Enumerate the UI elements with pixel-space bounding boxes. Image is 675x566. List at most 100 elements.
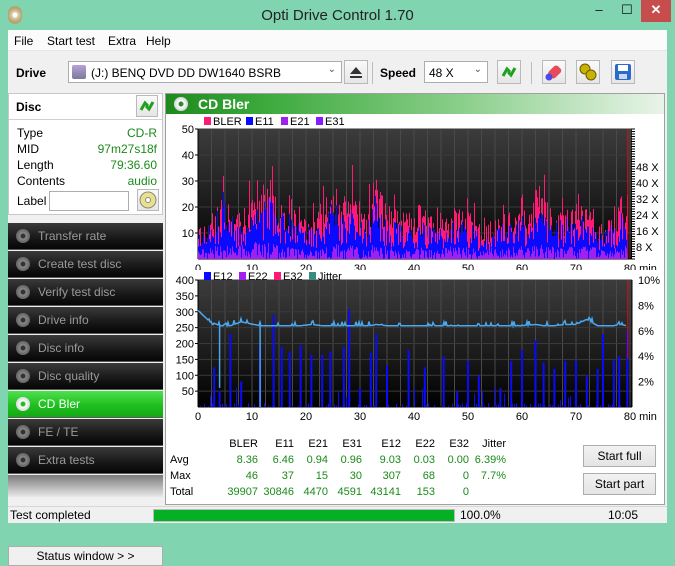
nav-item-fe-te[interactable]: FE / TE xyxy=(8,419,163,446)
start-full-button[interactable]: Start full xyxy=(583,445,656,467)
disc-label-input[interactable] xyxy=(49,191,129,211)
sidebar: Disc Type CD-R MID 97m27s18f Length 79:36.6… xyxy=(8,93,163,566)
refresh-speed-button[interactable] xyxy=(497,60,521,84)
stats-header-e32: E32 xyxy=(449,438,469,450)
elapsed-time: 10:05 xyxy=(608,508,639,522)
speed-tick-label: 8 X xyxy=(636,242,653,254)
stats-header-e22: E22 xyxy=(415,438,435,450)
window-title: Opti Drive Control 1.70 xyxy=(261,7,414,24)
disc-length-value: 79:36.60 xyxy=(110,158,157,172)
y-tick-label: 40 xyxy=(182,150,194,162)
drive-select[interactable]: (J:) BENQ DVD DD DW1640 BSRB ⌄ xyxy=(68,61,342,83)
e12-bar xyxy=(423,367,426,407)
menu-file[interactable]: File xyxy=(14,34,33,48)
stats-header-e31: E31 xyxy=(342,438,362,450)
disc-icon xyxy=(16,341,30,355)
close-button[interactable]: ✕ xyxy=(641,0,671,22)
x-axis-label: min xyxy=(639,263,657,270)
cd-bler-icon xyxy=(174,97,188,111)
nav-item-disc-quality[interactable]: Disc quality xyxy=(8,363,163,390)
y-tick-label: 400 xyxy=(176,275,194,287)
nav-item-label: Create test disc xyxy=(38,257,122,271)
nav-spacer xyxy=(8,475,163,497)
stats-header-e11: E11 xyxy=(275,438,294,450)
e12-bar xyxy=(477,375,480,407)
stats-value-avg-e11: 6.46 xyxy=(272,454,294,466)
write-label-button[interactable] xyxy=(137,189,159,211)
stats-value-total-e22: 153 xyxy=(416,486,435,498)
toolbar-separator xyxy=(531,62,532,84)
e12-bar xyxy=(564,360,567,407)
stats-value-max-e32: 0 xyxy=(462,470,469,482)
chevron-down-icon: ⌄ xyxy=(327,64,336,75)
nav-item-create-test-disc[interactable]: Create test disc xyxy=(8,251,163,278)
refresh-disc-button[interactable] xyxy=(136,95,158,117)
menu-start-test[interactable]: Start test xyxy=(47,34,95,48)
legend-swatch-e31 xyxy=(316,117,323,125)
nav-item-label: Disc info xyxy=(38,341,85,355)
nav-item-cd-bler[interactable]: CD Bler xyxy=(8,391,163,418)
stats-value-avg-jitter: 6.39% xyxy=(474,454,506,466)
stats-row-label-total: Total xyxy=(170,486,194,498)
stats-value-avg-e12: 9.03 xyxy=(379,454,401,466)
nav-item-drive-info[interactable]: Drive info xyxy=(8,307,163,334)
status-window-button[interactable]: Status window > > xyxy=(8,546,163,566)
stats-value-max-jitter: 7.7% xyxy=(480,470,506,482)
minimize-button[interactable]: ‒ xyxy=(585,0,613,22)
y-tick-label: 300 xyxy=(176,307,194,319)
eject-icon xyxy=(350,67,362,78)
stats-value-avg-e22: 0.03 xyxy=(413,454,435,466)
floppy-save-icon xyxy=(615,64,631,80)
x-tick-label: 0 xyxy=(195,263,201,270)
disc-type-key: Type xyxy=(17,126,44,140)
e12-bar xyxy=(369,353,372,407)
legend-swatch-e22 xyxy=(239,272,246,280)
nav-item-extra-tests[interactable]: Extra tests xyxy=(8,447,163,474)
x-tick-label: 80 xyxy=(624,411,636,423)
progress-percent: 100.0% xyxy=(460,508,501,522)
settings-button[interactable] xyxy=(576,60,600,84)
disc-panel-title: Disc xyxy=(16,100,42,114)
save-button[interactable] xyxy=(611,60,635,84)
disc-icon xyxy=(16,369,30,383)
progress-bar xyxy=(153,509,455,522)
nav-item-label: CD Bler xyxy=(38,397,81,411)
erase-button[interactable] xyxy=(542,60,566,84)
legend-label-e12: E12 xyxy=(213,271,233,283)
e12-bar xyxy=(585,375,588,407)
e12-bar xyxy=(612,359,615,407)
stats-value-max-e22: 68 xyxy=(422,470,435,482)
nav-item-verify-test-disc[interactable]: Verify test disc xyxy=(8,279,163,306)
disc-mid-key: MID xyxy=(17,142,39,156)
menu-help[interactable]: Help xyxy=(146,34,171,48)
disc-icon xyxy=(16,453,30,467)
legend-swatch-e11 xyxy=(246,117,253,125)
legend-label-e32: E32 xyxy=(283,271,303,283)
stats-value-avg-e32: 0.00 xyxy=(447,454,469,466)
e12-bar xyxy=(510,360,513,407)
x-tick-label: 0 xyxy=(195,411,201,423)
x-tick-label: 60 xyxy=(516,263,528,270)
start-part-button[interactable]: Start part xyxy=(583,473,656,495)
e12-bar xyxy=(299,345,302,407)
x-tick-label: 30 xyxy=(354,411,366,423)
menu-extra[interactable]: Extra xyxy=(108,34,136,48)
speed-select[interactable]: 48 X ⌄ xyxy=(424,61,488,83)
nav-item-label: Disc quality xyxy=(38,369,100,383)
disc-contents-value: audio xyxy=(127,174,157,188)
nav-item-disc-info[interactable]: Disc info xyxy=(8,335,163,362)
x-tick-label: 20 xyxy=(300,263,312,270)
menu-bar: File Start test Extra Help xyxy=(8,30,667,51)
x-tick-label: 50 xyxy=(462,263,474,270)
disc-icon xyxy=(16,257,30,271)
y-tick-label: 50 xyxy=(182,124,194,136)
eject-button[interactable] xyxy=(344,60,368,84)
stats-value-total-e32: 0 xyxy=(462,486,469,498)
y-tick-label: 350 xyxy=(176,291,194,303)
e12-bar xyxy=(342,346,345,407)
nav-item-label: Drive info xyxy=(38,313,89,327)
disc-type-row: Type CD-R xyxy=(17,126,157,142)
nav-item-transfer-rate[interactable]: Transfer rate xyxy=(8,223,163,250)
maximize-button[interactable]: ☐ xyxy=(613,0,641,22)
disc-icon xyxy=(16,229,30,243)
